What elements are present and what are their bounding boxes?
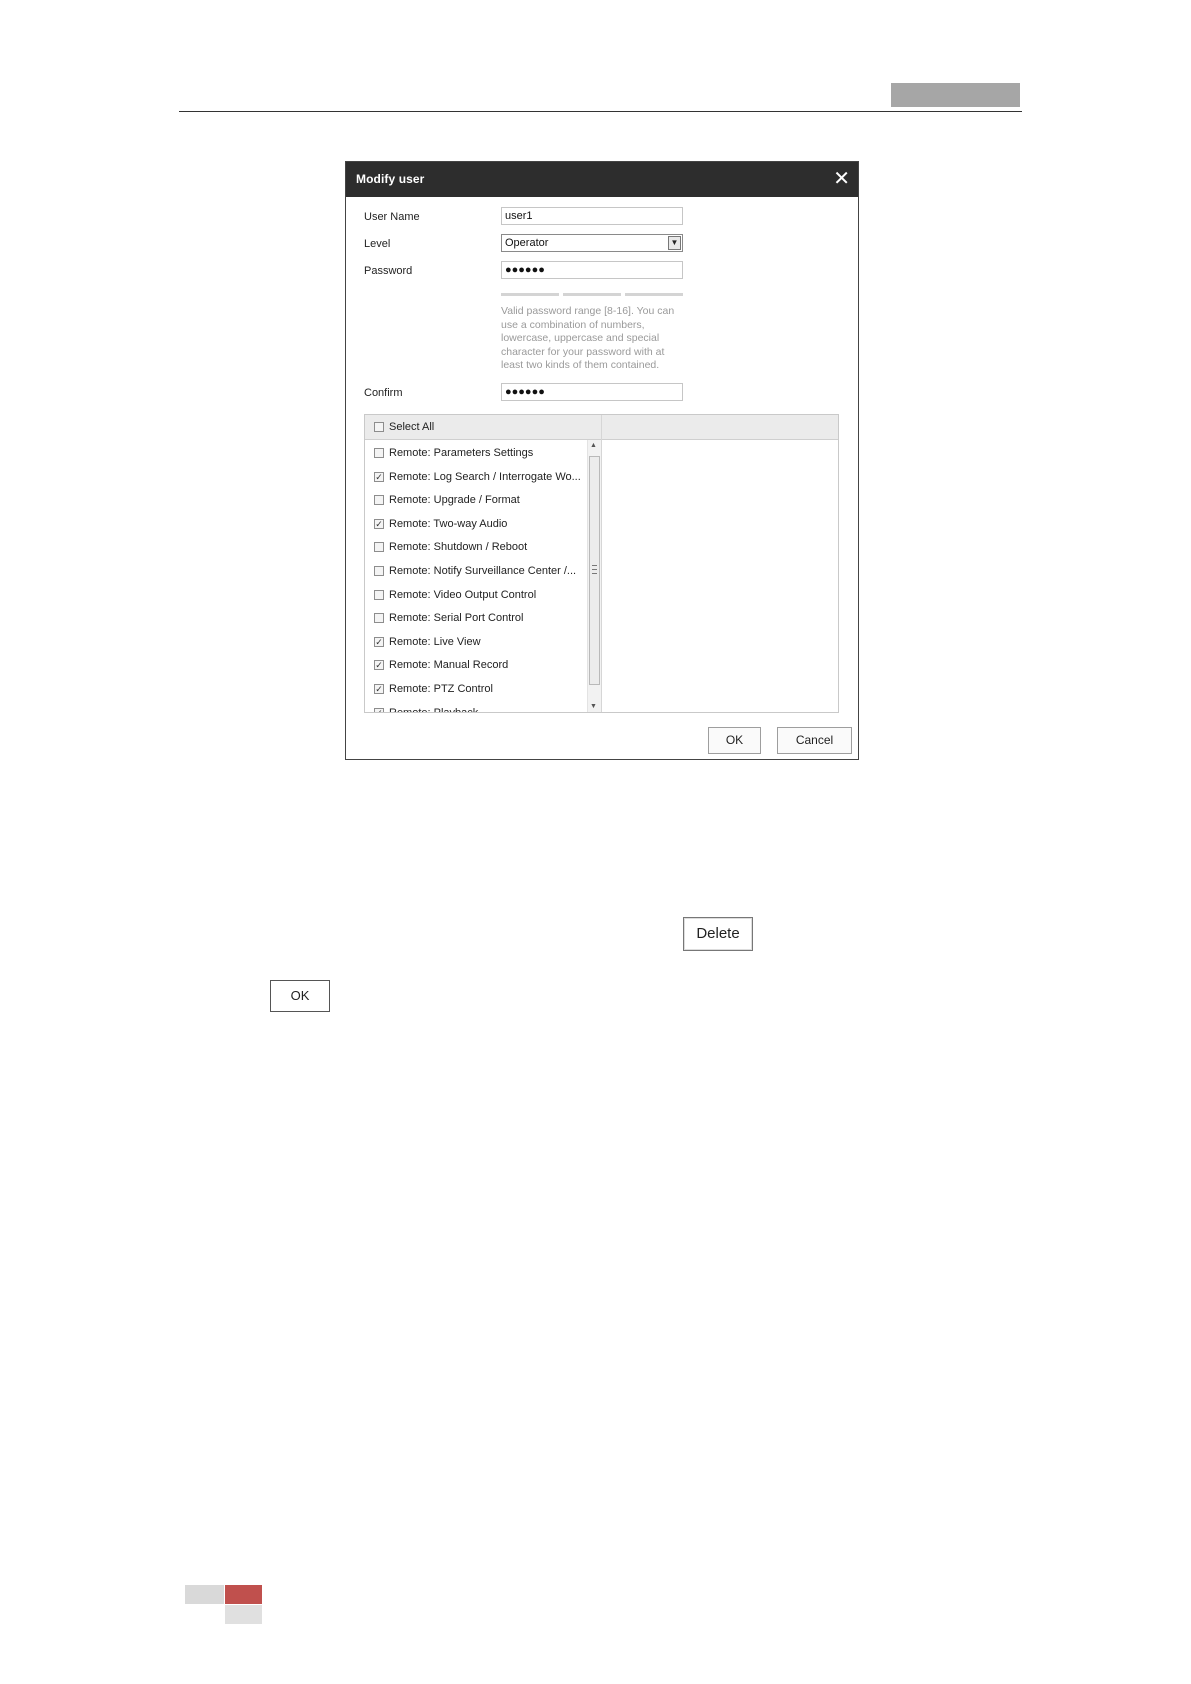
checked-checkbox-icon[interactable]: ✓ — [374, 636, 384, 647]
close-icon[interactable]: ✕ — [833, 167, 850, 191]
modify-user-dialog: Modify user ✕ User Name user1 Level Oper… — [345, 161, 859, 760]
permission-label: Remote: Shutdown / Reboot — [389, 541, 528, 554]
password-field[interactable]: ●●●●●● — [501, 261, 683, 279]
checkbox-icon[interactable] — [374, 422, 384, 432]
permission-item[interactable]: Remote: Upgrade / Format — [374, 491, 586, 509]
checked-checkbox-icon[interactable]: ✓ — [374, 684, 384, 694]
permission-label: Remote: Serial Port Control — [389, 612, 524, 625]
password-strength-segment — [501, 293, 559, 296]
select-all-label: Select All — [389, 421, 435, 433]
header-gray-bar — [891, 83, 1020, 107]
permission-item[interactable]: Remote: Serial Port Control — [374, 609, 586, 627]
permission-label: Remote: Live View — [389, 635, 481, 648]
permission-label: Remote: Upgrade / Format — [389, 494, 520, 507]
checkbox-icon[interactable] — [374, 613, 384, 624]
page-ok-button[interactable]: OK — [270, 980, 330, 1012]
footer-red-block — [225, 1585, 262, 1604]
password-strength-segment — [563, 293, 621, 296]
checkbox-icon[interactable] — [374, 589, 384, 600]
permission-item[interactable]: ✓ Remote: Two-way Audio — [374, 515, 586, 533]
scroll-down-icon[interactable]: ▼ — [590, 703, 597, 710]
level-label: Level — [364, 238, 391, 250]
permission-item[interactable]: ✓ Remote: Live View — [374, 633, 586, 651]
grip-icon — [592, 565, 597, 574]
permission-item[interactable]: ✓ Remote: Log Search / Interrogate Wo... — [374, 468, 586, 486]
level-select[interactable]: Operator ▼ — [501, 234, 683, 252]
password-hint: Valid password range [8-16]. You can use… — [501, 305, 675, 371]
checkbox-icon[interactable] — [374, 448, 384, 458]
ok-button[interactable]: OK — [708, 727, 761, 754]
delete-button[interactable]: Delete — [683, 917, 753, 951]
header-rule — [179, 111, 1022, 112]
checked-checkbox-icon[interactable]: ✓ — [374, 518, 384, 529]
permission-label: Remote: Parameters Settings — [389, 447, 534, 459]
dialog-title-bar: Modify user ✕ — [346, 162, 858, 197]
permission-item[interactable]: Remote: Notify Surveillance Center /... — [374, 562, 586, 580]
permissions-list: Remote: Parameters Settings ✓ Remote: Log … — [365, 440, 587, 712]
scroll-up-icon[interactable]: ▲ — [590, 442, 597, 449]
permission-label: Remote: Manual Record — [389, 659, 509, 672]
permission-label: Remote: Two-way Audio — [389, 517, 508, 530]
checked-checkbox-icon[interactable]: ✓ — [374, 471, 384, 482]
permission-item[interactable]: Remote: Parameters Settings — [374, 444, 586, 462]
permission-item[interactable]: ✓ Remote: Manual Record — [374, 656, 586, 674]
permission-item[interactable]: ✓ Remote: Playback — [374, 704, 586, 712]
dialog-title: Modify user — [356, 172, 425, 186]
footer-gray-block — [225, 1605, 262, 1624]
permission-item[interactable]: Remote: Video Output Control — [374, 586, 586, 604]
password-strength-segment — [625, 293, 683, 296]
level-selected-value: Operator — [505, 237, 549, 249]
permissions-column-divider — [601, 415, 602, 712]
password-label: Password — [364, 265, 413, 277]
permission-label: Remote: Playback — [389, 707, 478, 712]
permission-item[interactable]: Remote: Shutdown / Reboot — [374, 538, 586, 556]
chevron-down-icon[interactable]: ▼ — [668, 236, 681, 250]
checked-checkbox-icon[interactable]: ✓ — [374, 707, 384, 712]
checked-checkbox-icon[interactable]: ✓ — [374, 660, 384, 671]
username-label: User Name — [364, 211, 420, 223]
confirm-password-field[interactable]: ●●●●●● — [501, 383, 683, 401]
username-field[interactable]: user1 — [501, 207, 683, 225]
checkbox-icon[interactable] — [374, 566, 384, 576]
cancel-button[interactable]: Cancel — [777, 727, 852, 754]
permissions-panel: Select All Remote: Parameters Settings ✓ R… — [364, 414, 839, 713]
permission-item[interactable]: ✓ Remote: PTZ Control — [374, 680, 586, 698]
select-all-checkbox[interactable]: Select All — [374, 421, 434, 433]
permissions-scrollbar[interactable]: ▲ ▼ — [587, 440, 601, 712]
scrollbar-thumb[interactable] — [589, 456, 600, 685]
checkbox-icon[interactable] — [374, 542, 384, 553]
permission-label: Remote: Video Output Control — [389, 588, 537, 601]
permission-label: Remote: Notify Surveillance Center /... — [389, 565, 577, 577]
permission-label: Remote: Log Search / Interrogate Wo... — [389, 470, 581, 483]
permission-label: Remote: PTZ Control — [389, 683, 493, 695]
footer-gray-block — [185, 1585, 224, 1604]
checkbox-icon[interactable] — [374, 495, 384, 506]
confirm-label: Confirm — [364, 387, 403, 399]
